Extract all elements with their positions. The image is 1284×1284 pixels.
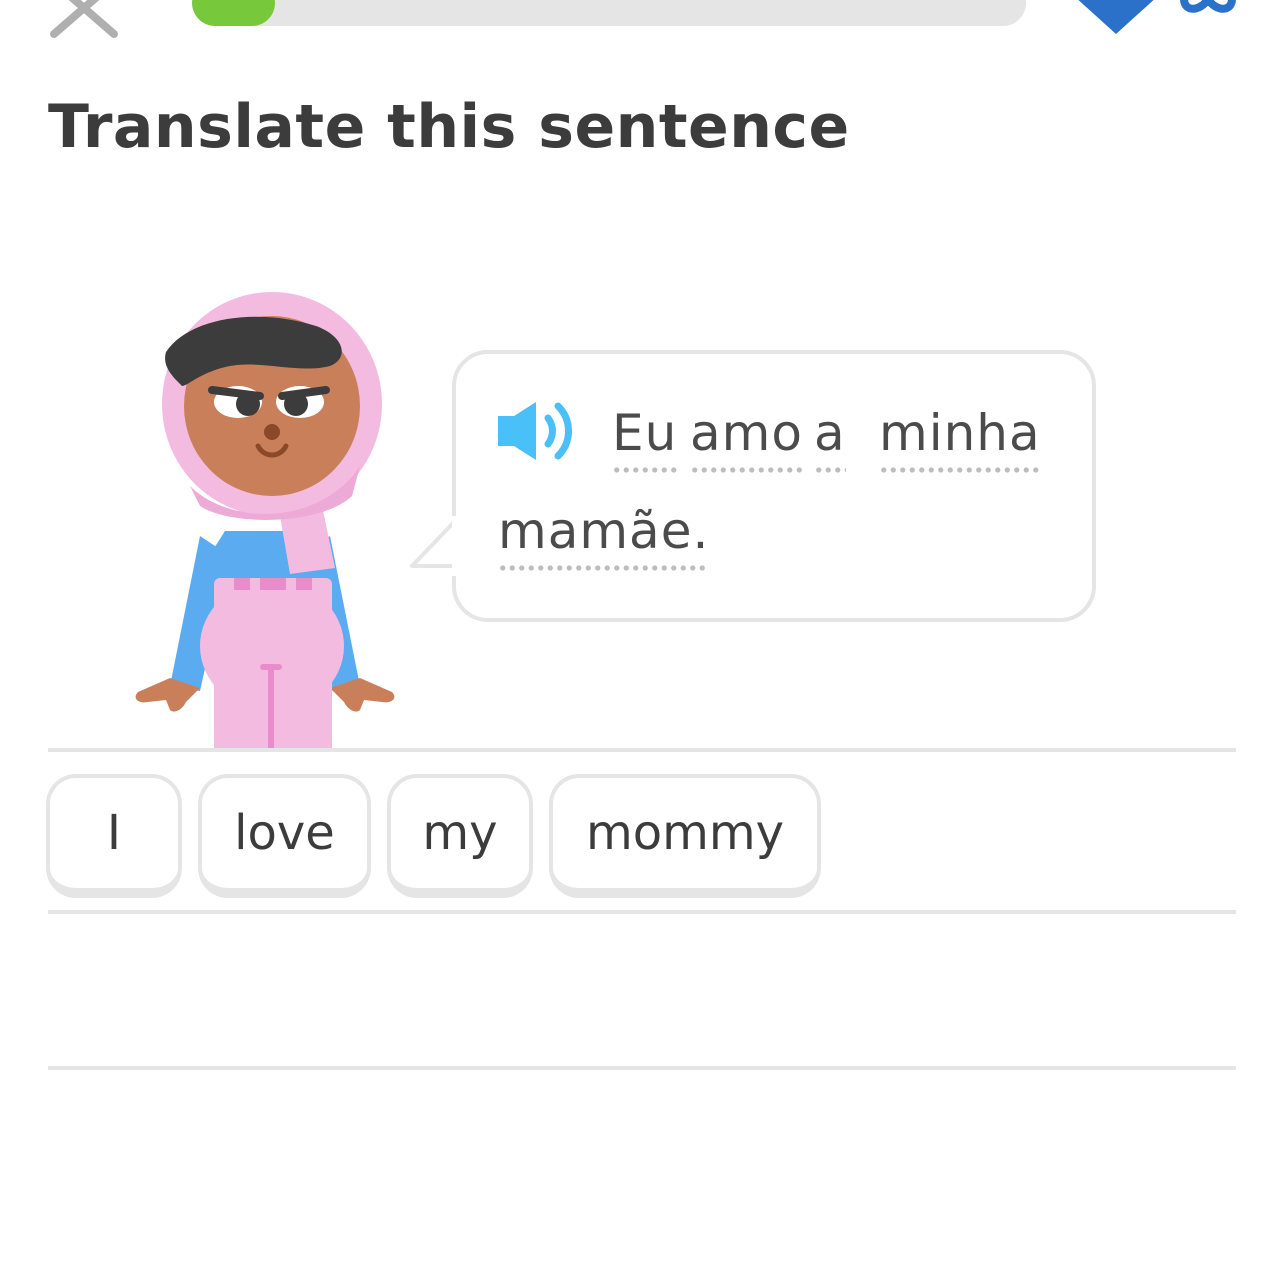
prompt-word[interactable]: Eu [612, 403, 678, 473]
prompt-word[interactable]: mamãe. [498, 501, 710, 571]
answer-tile[interactable]: my [387, 774, 533, 898]
prompt-word[interactable]: minha [879, 403, 1041, 473]
progress-bar [192, 0, 1026, 26]
close-icon[interactable] [44, 0, 124, 42]
answer-tile[interactable]: I [46, 774, 182, 898]
character-illustration [135, 292, 395, 752]
speech-bubble [452, 350, 1096, 622]
answer-tile[interactable]: love [198, 774, 371, 898]
infinity-icon [1180, 0, 1236, 13]
heart-icon[interactable] [1074, 0, 1158, 36]
answer-line-3 [48, 1066, 1236, 1070]
prompt-word[interactable]: a [814, 403, 846, 473]
prompt-word[interactable]: amo [690, 403, 803, 473]
progress-fill [192, 0, 276, 26]
speaker-icon[interactable] [496, 398, 580, 464]
answer-line-1 [48, 748, 1236, 752]
answer-line-2 [48, 910, 1236, 914]
top-bar [0, 0, 1284, 60]
answer-tile[interactable]: mommy [549, 774, 821, 898]
speech-bubble-tail [410, 516, 460, 576]
page-title: Translate this sentence [48, 92, 850, 162]
